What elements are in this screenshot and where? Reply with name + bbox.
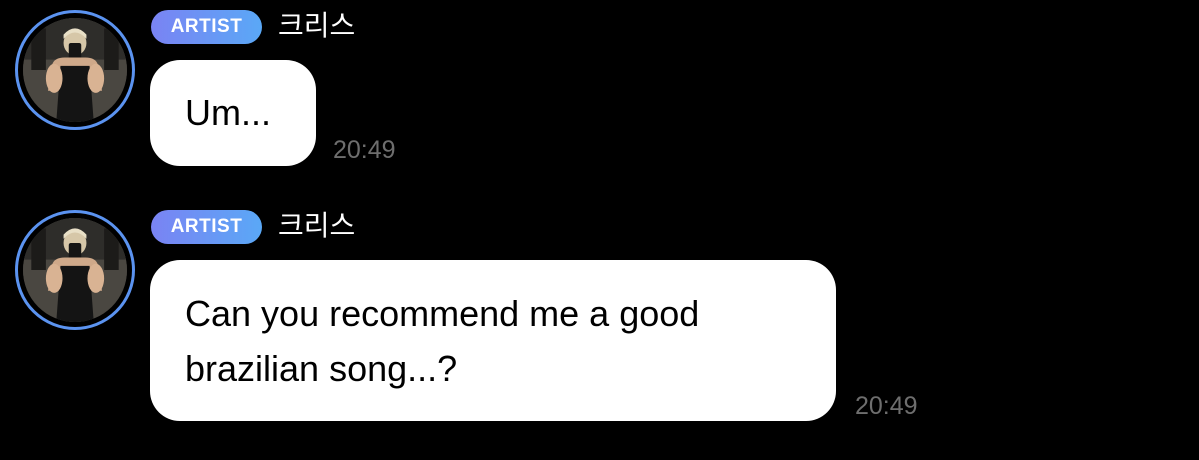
message-text-line: brazilian song...? bbox=[185, 348, 458, 389]
sender-name: 크리스 bbox=[278, 209, 356, 242]
message-timestamp: 20:49 bbox=[333, 136, 396, 164]
profile-photo-icon bbox=[23, 218, 127, 322]
artist-badge: ARTIST bbox=[151, 210, 262, 244]
sender-name: 크리스 bbox=[278, 9, 356, 42]
message-text-line: Can you recommend me a good bbox=[185, 293, 700, 334]
message-bubble[interactable]: Can you recommend me a good brazilian so… bbox=[150, 260, 836, 421]
message-text: Um... bbox=[185, 92, 271, 133]
message-timestamp: 20:49 bbox=[855, 392, 918, 420]
avatar[interactable] bbox=[15, 210, 135, 330]
artist-badge: ARTIST bbox=[151, 10, 262, 44]
message-bubble[interactable]: Um... bbox=[150, 60, 316, 166]
avatar[interactable] bbox=[15, 10, 135, 130]
profile-photo-icon bbox=[23, 18, 127, 122]
